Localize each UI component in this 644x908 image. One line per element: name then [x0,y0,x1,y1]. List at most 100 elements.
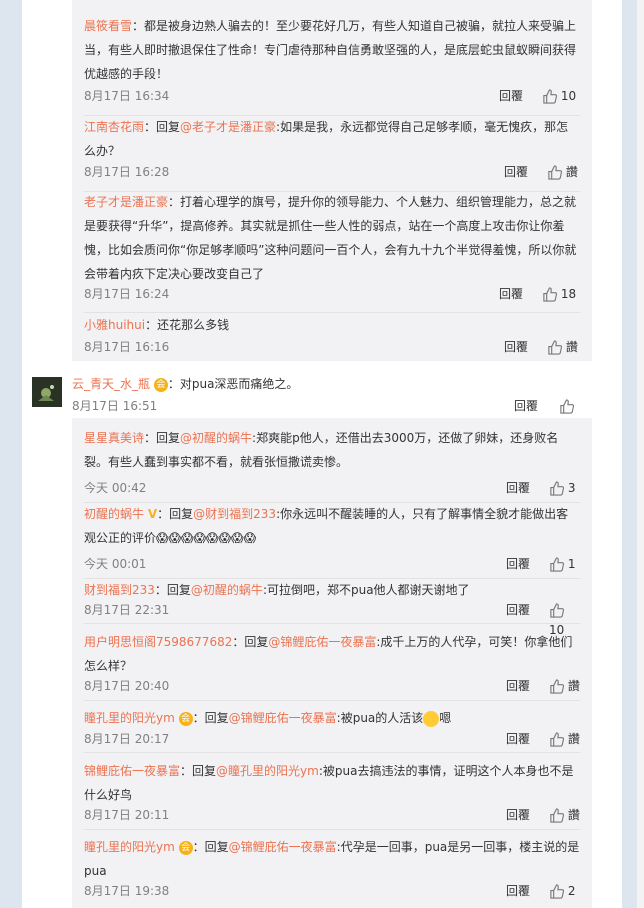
reply-button[interactable]: 回覆 [506,600,530,620]
reply-item: 老子才是潘正豪：打着心理学的旗号，提升你的领导能力、个人魅力、组织管理能力，总之… [84,190,580,313]
mention-link[interactable]: @锦鲤庇佑一夜暴富 [229,840,337,854]
thumbs-up-icon [543,89,557,104]
reply-prefix: ：回复 [144,431,181,445]
like-button[interactable]: 讚 [549,729,580,749]
reply-item: 锦鲤庇佑一夜暴富：回复@瞳孔里的阳光ym:被pua去搞违法的事情，证明这个人本身… [84,759,580,830]
thumbs-up-icon [543,287,557,302]
user-link[interactable]: 江南杏花雨 [84,120,144,134]
thumbs-up-icon [550,603,564,618]
thumbs-up-icon [548,340,562,355]
reply-button[interactable]: 回覆 [499,86,523,106]
reply-button[interactable]: 回覆 [506,729,530,749]
reply-button[interactable]: 回覆 [514,396,538,416]
thumbs-up-icon [550,679,564,694]
reply-text: ：还花那么多钱 [145,318,230,332]
reply-prefix: ：回复 [144,120,181,134]
mention-link[interactable]: @初醒的蜗牛 [180,431,252,445]
user-link[interactable]: 晨筱看雪 [84,19,132,33]
like-button[interactable]: 29 [559,396,592,433]
reply-prefix: ：回复 [180,764,217,778]
reply-button[interactable]: 回覆 [506,805,530,825]
like-count: 1 [567,557,576,571]
user-link[interactable]: 用户明思恒阁7598677682 [84,635,232,649]
reply-time: 8月17日 20:11 [84,808,170,822]
mention-link[interactable]: @老子才是潘正豪 [180,120,276,134]
reply-item: 晨筱看雪：都是被身边熟人骗去的！至少要花好几万，有些人知道自己被骗，就拉人来受骗… [84,14,580,116]
member-badge-icon: 会 [178,711,193,726]
reply-list: 星星真美诗：回复@初醒的蜗牛:郑爽能p他人，还借出去3000万，还做了卵妹，还身… [72,418,592,908]
like-button[interactable]: 3 [549,478,575,498]
reply-text: :被pua的人活该 [336,711,424,725]
user-link[interactable]: 财到福到233 [84,583,155,597]
like-count: 讚 [567,679,580,693]
reply-time: 8月17日 16:34 [84,89,170,103]
reply-button[interactable]: 回覆 [506,478,530,498]
reply-time: 8月17日 16:28 [84,165,170,179]
reply-item: 瞳孔里的阳光ym 会：回复@锦鲤庇佑一夜暴富:代孕是一回事，pua是另一回事，楼… [84,835,580,899]
reply-prefix: ：回复 [192,840,229,854]
user-link[interactable]: 老子才是潘正豪 [84,195,168,209]
like-button[interactable]: 10 [549,600,580,637]
reply-button[interactable]: 回覆 [499,284,523,304]
reply-item: 瞳孔里的阳光ym 会：回复@锦鲤庇佑一夜暴富:被pua的人活该 嗯 8月17日 2… [84,706,580,753]
like-button[interactable]: 讚 [549,676,580,696]
reply-suffix: 嗯 [439,711,452,725]
comment-item: 云_青天_水_瓶 会：对pua深恶而痛绝之。 8月17日 16:51 回覆 29 [72,372,592,433]
reply-time: 今天 00:01 [84,557,147,571]
reply-list: 晨筱看雪：都是被身边熟人骗去的！至少要花好几万，有些人知道自己被骗，就拉人来受骗… [72,0,592,361]
reply-text: :可拉倒吧，郑不pua他人都谢天谢地了 [262,583,470,597]
scrollbar-track[interactable] [637,0,644,908]
reply-time: 8月17日 22:31 [84,603,170,617]
reply-button[interactable]: 回覆 [506,881,530,901]
reply-button[interactable]: 回覆 [504,337,528,357]
mention-link[interactable]: @锦鲤庇佑一夜暴富 [229,711,337,725]
member-badge-icon: 会 [178,840,193,855]
reply-button[interactable]: 回覆 [504,162,528,182]
user-link[interactable]: 小雅huihui [84,318,145,332]
thumbs-up-icon [550,557,564,572]
reply-prefix: ：回复 [154,583,191,597]
like-button[interactable]: 1 [549,554,575,574]
user-link[interactable]: 瞳孔里的阳光ym [84,840,175,854]
reply-time: 8月17日 16:16 [84,340,170,354]
like-button[interactable]: 18 [542,284,576,304]
mention-link[interactable]: @财到福到233 [193,507,276,521]
reply-time: 8月17日 16:24 [84,287,170,301]
thumbs-up-icon [550,808,564,823]
avatar[interactable] [32,377,62,407]
comment-text: ：对pua深恶而痛绝之。 [167,377,299,391]
reply-time: 8月17日 20:17 [84,732,170,746]
mention-link[interactable]: @初醒的蜗牛 [191,583,263,597]
reply-item: 初醒的蜗牛 V：回复@财到福到233:你永远叫不醒装睡的人，只有了解事情全貌才能… [84,502,580,579]
like-button[interactable]: 讚 [547,162,578,182]
reply-time: 8月17日 19:38 [84,884,170,898]
reply-text: ：都是被身边熟人骗去的！至少要花好几万，有些人知道自己被骗，就拉人来受骗上当，有… [84,19,577,81]
reply-item: 小雅huihui：还花那么多钱 8月17日 16:16 回覆 讚 [84,313,580,355]
user-link[interactable]: 星星真美诗 [84,431,144,445]
user-link[interactable]: 瞳孔里的阳光ym [84,711,175,725]
emoji-icon [423,710,440,727]
like-count: 2 [567,884,576,898]
avatar-image [32,377,62,407]
reply-button[interactable]: 回覆 [506,676,530,696]
like-button[interactable]: 2 [549,881,575,901]
like-button[interactable]: 10 [542,86,576,106]
mention-link[interactable]: @瞳孔里的阳光ym [216,764,319,778]
user-link[interactable]: 初醒的蜗牛 [84,507,144,521]
user-link[interactable]: 锦鲤庇佑一夜暴富 [84,764,180,778]
like-button[interactable]: 讚 [547,337,578,357]
reply-item: 江南杏花雨：回复@老子才是潘正豪:如果是我，永远都觉得自己足够孝顺，毫无愧疚，那… [84,115,580,192]
reply-time: 8月17日 20:40 [84,679,170,693]
like-button[interactable]: 讚 [549,805,580,825]
divider [84,623,580,624]
reply-prefix: ：回复 [192,711,229,725]
reply-button[interactable]: 回覆 [506,554,530,574]
like-count: 讚 [567,808,580,822]
user-link[interactable]: 云_青天_水_瓶 [72,377,150,391]
divider [84,700,580,701]
thumbs-up-icon [560,399,574,414]
verified-v-icon: V [147,507,158,521]
divider [84,829,580,830]
divider [84,752,580,753]
mention-link[interactable]: @锦鲤庇佑一夜暴富 [268,635,376,649]
